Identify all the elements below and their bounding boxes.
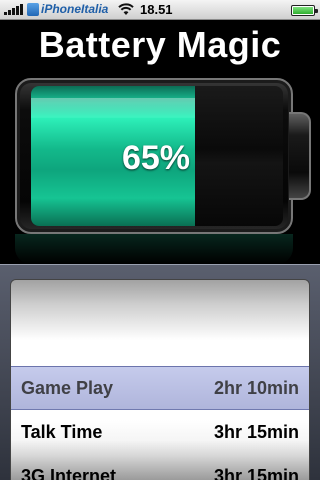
battery-gauge: 65% (15, 78, 311, 234)
picker-row-label: 3G Internet (21, 465, 117, 480)
picker-wheel[interactable]: Game Play 2hr 10min Talk Time 3hr 15min … (10, 279, 310, 480)
picker-row-label: Game Play (21, 377, 114, 398)
battery-icon (291, 5, 318, 16)
picker-row-label: Talk Time (21, 421, 103, 442)
battery-reflection (15, 234, 293, 264)
picker-row-value: 3hr 15min (213, 421, 299, 442)
picker-row-talk-time[interactable]: Talk Time 3hr 15min (11, 410, 309, 454)
usage-picker[interactable]: Game Play 2hr 10min Talk Time 3hr 15min … (0, 264, 320, 480)
wifi-icon (118, 2, 134, 19)
picker-row-value: 2hr 10min (213, 377, 299, 398)
carrier-logo-icon (27, 2, 39, 16)
carrier-name: iPhoneItalia (41, 2, 109, 16)
battery-tip (289, 112, 311, 200)
picker-row-value: 3hr 15min (213, 465, 299, 480)
picker-row-game-play[interactable]: Game Play 2hr 10min (11, 366, 309, 410)
signal-bars-icon (4, 4, 23, 15)
battery-body: 65% (15, 78, 293, 234)
picker-row-3g-internet[interactable]: 3G Internet 3hr 15min (11, 454, 309, 480)
picker-shade-top (11, 280, 309, 340)
carrier: iPhoneItalia (27, 2, 108, 16)
status-bar: iPhoneItalia 18.51 (0, 0, 320, 20)
battery-percent: 65% (121, 138, 191, 177)
status-time: 18.51 (140, 2, 173, 17)
app-title: Battery Magic (38, 24, 282, 65)
